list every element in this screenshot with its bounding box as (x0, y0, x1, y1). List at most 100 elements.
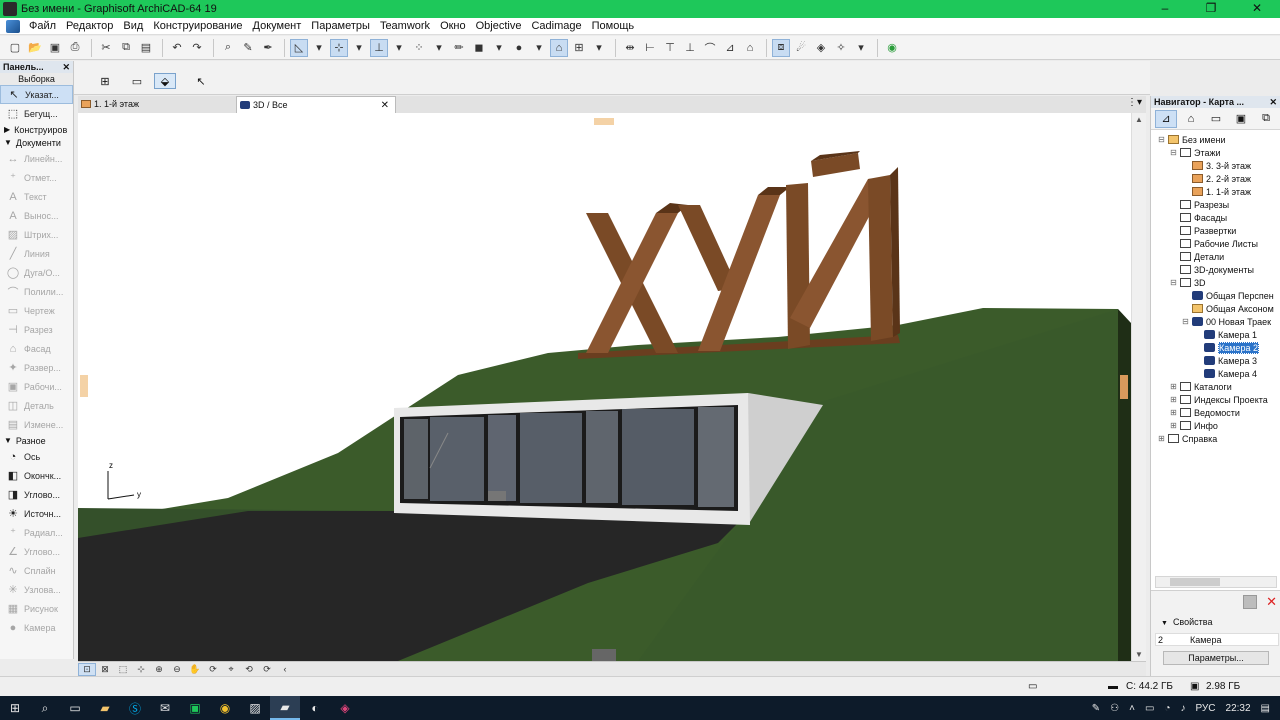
tool-item[interactable]: ● Камера (0, 618, 73, 637)
new-file-icon[interactable]: ▢ (6, 39, 24, 57)
prev-view-icon[interactable]: ⟲ (240, 663, 258, 676)
tree-node[interactable]: ⊞ Ведомости (1169, 406, 1240, 419)
tree-node[interactable]: ⊞ Индексы Проекта (1169, 393, 1268, 406)
rotated-rectangle-icon[interactable]: ⬙ (154, 73, 176, 89)
battery-icon[interactable]: ▭ (1145, 703, 1154, 714)
suspend-groups-icon[interactable]: ⁘ (410, 39, 428, 57)
app-menu-icon[interactable] (6, 19, 20, 33)
render-icon[interactable]: ☄ (792, 39, 810, 57)
resize-handle-bottom[interactable] (592, 649, 616, 661)
tool-item[interactable]: ↔ Линейн... (0, 149, 73, 168)
section-construct[interactable]: ▶ Конструиров (0, 123, 73, 136)
language-indicator[interactable]: РУС (1195, 703, 1215, 714)
intersect-icon[interactable]: ⊢ (641, 39, 659, 57)
undo-icon[interactable]: ↶ (168, 39, 186, 57)
chevron-up-icon[interactable]: ˄ (1129, 703, 1135, 714)
app-icon[interactable]: ▣ (180, 696, 210, 720)
dropdown-arrow-icon[interactable]: ▾ (390, 39, 408, 57)
delete-icon[interactable]: ✕ (1266, 594, 1277, 610)
eyedropper-icon[interactable]: ✎ (239, 39, 257, 57)
tree-node[interactable]: ⊟ 3D (1169, 276, 1205, 289)
tree-node[interactable]: Камера 2 (1193, 341, 1259, 354)
tree-node[interactable]: Развертки (1169, 224, 1236, 237)
menu-options[interactable]: Параметры (306, 20, 375, 32)
tree-node[interactable]: 1. 1-й этаж (1181, 185, 1251, 198)
tool-item[interactable]: ⁺ Радиал... (0, 523, 73, 542)
menu-help[interactable]: Помощь (587, 20, 640, 32)
close-button[interactable]: ✕ (1234, 0, 1280, 18)
tool-arrow[interactable]: ↖ Указат... (0, 85, 73, 104)
tool-item[interactable]: A Вынос... (0, 206, 73, 225)
close-icon[interactable]: ✕ (1269, 96, 1277, 108)
clock[interactable]: 22:32 (1226, 703, 1251, 714)
dropdown-arrow-icon[interactable]: ▾ (490, 39, 508, 57)
resize-handle-left[interactable] (80, 375, 88, 397)
marker-icon[interactable]: ● (510, 39, 528, 57)
skype-icon[interactable]: Ⓢ (120, 696, 150, 720)
menu-edit[interactable]: Редактор (61, 20, 118, 32)
tree-node[interactable]: ⊟ Без имени (1157, 133, 1225, 146)
section-document[interactable]: ▼ Документи (0, 136, 73, 149)
scroll-left-icon[interactable]: ‹ (276, 663, 294, 676)
table-icon[interactable]: ⊞ (570, 39, 588, 57)
menu-window[interactable]: Окно (435, 20, 471, 32)
menu-cadimage[interactable]: Cadimage (526, 20, 586, 32)
tool-item[interactable]: ◧ Окончк... (0, 466, 73, 485)
properties-title[interactable]: ▼ Свойства (1161, 617, 1212, 627)
snap-guides-icon[interactable]: ◺ (290, 38, 308, 57)
tool-item[interactable]: ⊣ Разрез (0, 320, 73, 339)
zoom-out-icon[interactable]: ⊖ (168, 663, 186, 676)
expander-icon[interactable]: ⊟ (1157, 135, 1166, 144)
tool-item[interactable]: ▨ Штрих... (0, 225, 73, 244)
layer-icon[interactable]: ◼ (470, 39, 488, 57)
house-icon[interactable]: ⌂ (741, 39, 759, 57)
visualization-icon[interactable]: ✧ (832, 39, 850, 57)
adjust-icon[interactable]: ⊥ (681, 39, 699, 57)
tool-item[interactable]: ▣ Рабочи... (0, 377, 73, 396)
zoom-in-icon[interactable]: ⊕ (150, 663, 168, 676)
notifications-icon[interactable]: ▤ (1261, 703, 1270, 714)
tool-item[interactable]: ✦ Развер... (0, 358, 73, 377)
maximize-button[interactable]: ❐ (1188, 0, 1234, 18)
dropdown-arrow-icon[interactable]: ▾ (310, 39, 328, 57)
orbit-icon[interactable]: ⟳ (204, 663, 222, 676)
dropdown-arrow-icon[interactable]: ▾ (430, 39, 448, 57)
scroll-thumb[interactable] (1170, 578, 1220, 586)
tool-item[interactable]: ╱ Линия (0, 244, 73, 263)
zoom-area-icon[interactable]: ⬚ (114, 663, 132, 676)
menu-file[interactable]: Файл (24, 20, 61, 32)
tree-node[interactable]: Рабочие Листы (1169, 237, 1258, 250)
open-file-icon[interactable]: 📂 (26, 39, 44, 57)
resize-handle-right[interactable] (1120, 375, 1128, 399)
scroll-up-icon[interactable]: ▲ (1135, 115, 1143, 124)
offset-icon[interactable]: ⊿ (721, 39, 739, 57)
expander-icon[interactable]: ⊟ (1169, 278, 1178, 287)
trim-icon[interactable]: ⇹ (621, 39, 639, 57)
tool-item[interactable]: ◨ Углово... (0, 485, 73, 504)
tree-node[interactable]: ⊞ Инфо (1169, 419, 1218, 432)
search-icon[interactable]: ⌕ (30, 696, 60, 720)
volume-icon[interactable]: ♪ (1180, 703, 1185, 714)
tool-item[interactable]: ⌒ Полили... (0, 282, 73, 301)
expander-icon[interactable]: ⊞ (1169, 382, 1178, 391)
fillet-icon[interactable]: ⌒ (701, 39, 719, 57)
explore-icon[interactable]: ⌖ (222, 663, 240, 676)
pointer-icon[interactable]: ↖ (190, 73, 212, 89)
tree-node[interactable]: Общая Аксоном (1181, 302, 1274, 315)
vertical-scrollbar[interactable]: ▲ ▼ (1131, 113, 1146, 661)
pan-icon[interactable]: ✋ (186, 663, 204, 676)
tool-item[interactable]: ◔ Ось (0, 447, 73, 466)
tree-node[interactable]: Камера 4 (1193, 367, 1257, 380)
rectangle-icon[interactable]: ▭ (126, 73, 148, 89)
cut-icon[interactable]: ✂ (97, 39, 115, 57)
pen-icon[interactable]: ✏ (450, 39, 468, 57)
next-view-icon[interactable]: ⟳ (258, 663, 276, 676)
publisher-sets-icon[interactable]: ▣ (1230, 110, 1252, 128)
tool-item[interactable]: ◫ Деталь (0, 396, 73, 415)
paste-icon[interactable]: ▤ (137, 39, 155, 57)
dropdown-arrow-icon[interactable]: ▾ (852, 39, 870, 57)
close-icon[interactable]: ✕ (62, 61, 70, 73)
expander-icon[interactable]: ⊞ (1169, 408, 1178, 417)
3d-style-icon[interactable]: ◈ (812, 39, 830, 57)
redo-icon[interactable]: ↷ (188, 39, 206, 57)
